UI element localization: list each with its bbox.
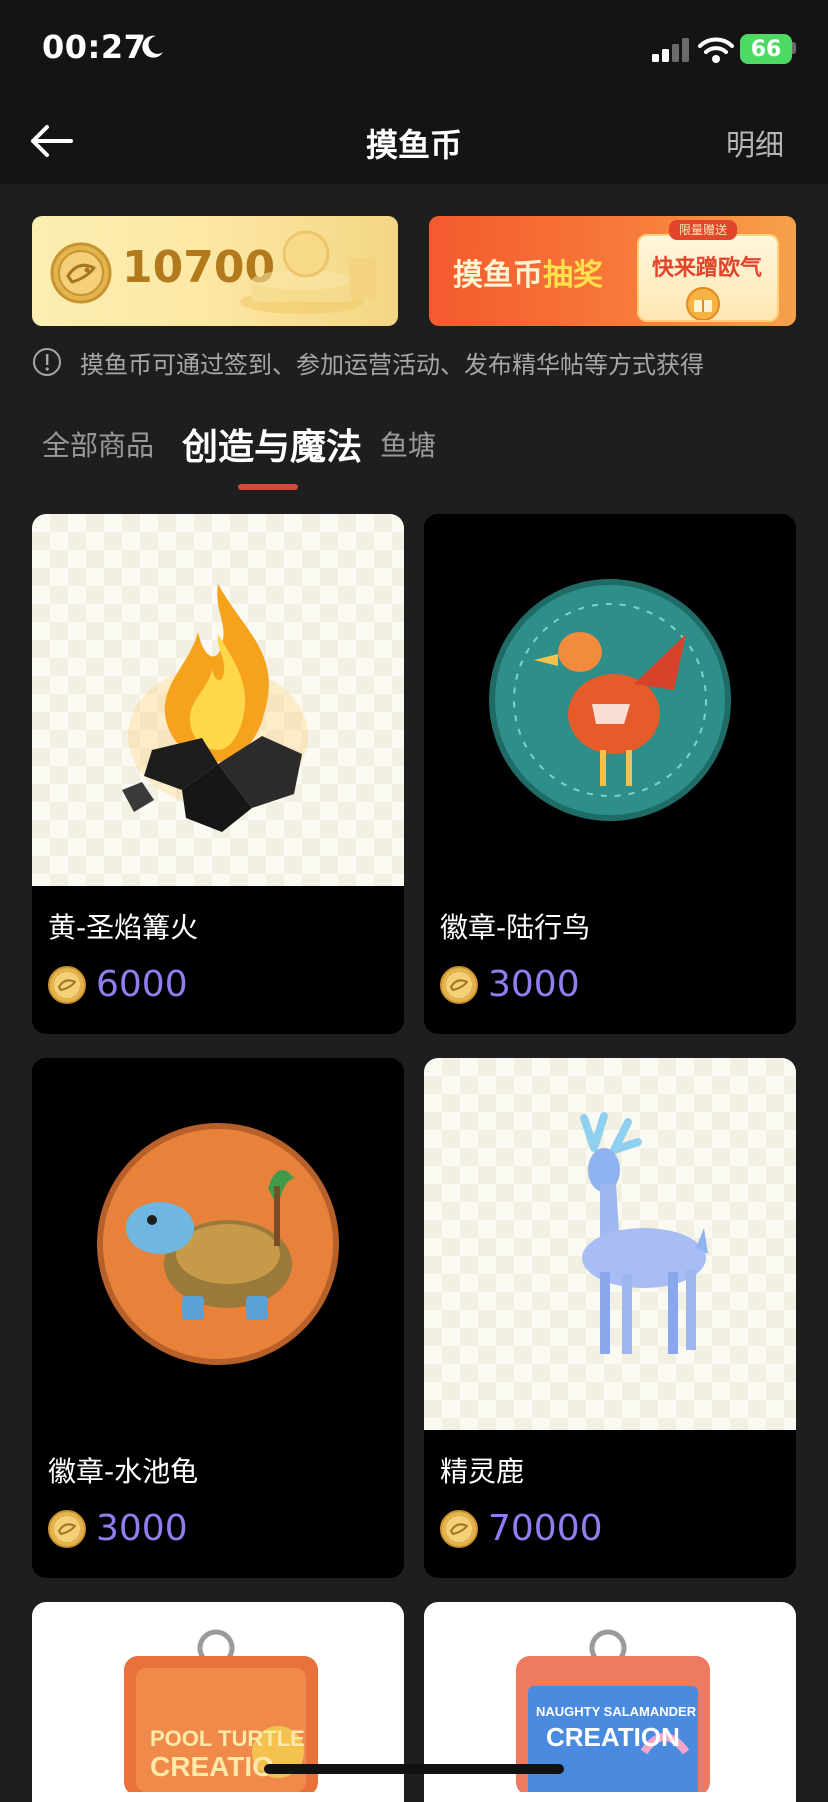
price-value: 3000 [96, 1508, 188, 1549]
price-value: 3000 [488, 964, 580, 1005]
info-icon [33, 348, 61, 376]
product-price: 3000 [440, 964, 580, 1005]
coin-lottery-banner[interactable]: 摸鱼币抽奖 限量赠送 快来蹭欧气 [429, 216, 796, 326]
price-value: 70000 [488, 1508, 603, 1549]
moon-icon [142, 35, 163, 58]
product-image-badge-bird [424, 514, 796, 886]
fish-coin-icon [440, 965, 478, 1004]
product-price: 3000 [48, 1508, 188, 1549]
battery-indicator: 66 [740, 34, 792, 64]
limited-tag: 限量赠送 [669, 220, 737, 240]
product-card[interactable]: 徽章-陆行鸟 3000 [424, 514, 796, 1034]
tip-text: 摸鱼币可通过签到、参加运营活动、发布精华帖等方式获得 [80, 350, 704, 379]
card-holder-text-2: CREATIO [150, 1751, 274, 1782]
fish-coin-icon [50, 242, 112, 304]
status-bar: 00:27 66 [0, 0, 828, 100]
product-image-spirit-deer [424, 1058, 796, 1430]
product-image-bonfire [32, 514, 404, 886]
battery-tip [792, 42, 796, 54]
product-name: 徽章-水池龟 [48, 1455, 199, 1488]
lottery-title: 摸鱼币抽奖 [453, 258, 603, 293]
card-holder-text-2: CREATION [546, 1722, 680, 1752]
wifi-icon [698, 37, 734, 63]
turtle-badge-image [97, 1123, 339, 1365]
detail-link[interactable]: 明细 [726, 122, 784, 164]
card-holder-text-1: POOL TURTLE [150, 1726, 305, 1751]
fish-coin-icon [48, 965, 86, 1004]
product-image-badge-turtle [32, 1058, 404, 1430]
product-name: 精灵鹿 [440, 1455, 525, 1488]
tab-all-products[interactable]: 全部商品 [42, 424, 154, 464]
bonfire-image [122, 584, 308, 832]
product-price: 70000 [440, 1508, 603, 1549]
price-value: 6000 [96, 964, 188, 1005]
product-name: 黄-圣焰篝火 [48, 911, 199, 944]
tab-creation-and-magic[interactable]: 创造与魔法 [182, 418, 362, 470]
coin-balance-card[interactable]: 10700 [32, 216, 398, 326]
deer-image [580, 1112, 708, 1354]
product-name: 徽章-陆行鸟 [440, 911, 591, 944]
gift-icon [686, 287, 720, 320]
fish-coin-icon [48, 1509, 86, 1548]
product-card[interactable]: 黄-圣焰篝火 6000 [32, 514, 404, 1034]
product-card[interactable]: 徽章-水池龟 3000 [32, 1058, 404, 1578]
active-tab-indicator [238, 484, 298, 490]
home-indicator [264, 1764, 564, 1774]
lottery-cta: 快来蹭欧气 [651, 256, 762, 281]
cellular-signal-icon [652, 38, 689, 62]
category-tabs: 全部商品 创造与魔法 鱼塘 [0, 414, 828, 494]
nav-bar: 摸鱼币 明细 [0, 100, 828, 184]
fish-coin-icon [440, 1509, 478, 1548]
product-price: 6000 [48, 964, 188, 1005]
tab-fish-pond[interactable]: 鱼塘 [380, 424, 436, 464]
podium-illustration [240, 230, 376, 314]
card-holder-text-1: NAUGHTY SALAMANDER [536, 1704, 697, 1719]
page-title: 摸鱼币 [365, 126, 462, 164]
status-time: 00:27 [42, 28, 147, 66]
coin-tip: 摸鱼币可通过签到、参加运营活动、发布精华帖等方式获得 [32, 344, 704, 380]
product-card[interactable]: 精灵鹿 70000 [424, 1058, 796, 1578]
bird-badge-image [489, 579, 731, 821]
